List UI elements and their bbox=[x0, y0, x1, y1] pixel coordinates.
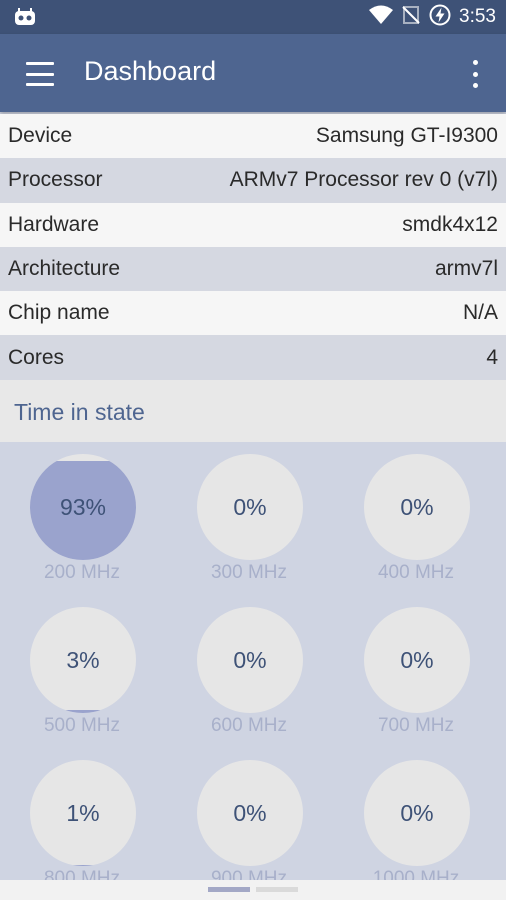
freq-cell: 0% 1000 MHz bbox=[346, 748, 486, 880]
status-clock: 3:53 bbox=[459, 6, 496, 27]
freq-cell: 93% 200 MHz bbox=[12, 442, 152, 592]
freq-percent: 0% bbox=[400, 646, 434, 673]
info-value: 4 bbox=[486, 345, 498, 369]
wifi-icon bbox=[369, 5, 394, 30]
freq-gauge: 1% bbox=[30, 760, 136, 866]
freq-cell: 0% 400 MHz bbox=[346, 442, 486, 592]
info-label: Device bbox=[8, 124, 73, 148]
freq-cell: 0% 700 MHz bbox=[346, 595, 486, 745]
info-label: Hardware bbox=[8, 212, 100, 236]
freq-label: 200 MHz bbox=[43, 562, 121, 583]
no-signal-icon bbox=[401, 5, 421, 30]
freq-gauge: 0% bbox=[197, 760, 303, 866]
freq-cell: 0% 300 MHz bbox=[179, 442, 319, 592]
info-row-processor: Processor ARMv7 Processor rev 0 (v7l) bbox=[0, 158, 506, 203]
freq-label: 500 MHz bbox=[43, 715, 121, 736]
info-value: ARMv7 Processor rev 0 (v7l) bbox=[229, 168, 498, 192]
status-bar: 3:53 bbox=[0, 0, 506, 34]
info-row-cores: Cores 4 bbox=[0, 335, 506, 380]
info-label: Architecture bbox=[8, 257, 121, 281]
info-label: Cores bbox=[8, 345, 65, 369]
freq-cell: 0% 600 MHz bbox=[179, 595, 319, 745]
info-row-chip-name: Chip name N/A bbox=[0, 291, 506, 336]
freq-label: 600 MHz bbox=[210, 715, 288, 736]
freq-percent: 3% bbox=[66, 646, 100, 673]
freq-gauge: 93% bbox=[30, 454, 136, 560]
freq-label: 700 MHz bbox=[377, 715, 455, 736]
info-row-architecture: Architecture armv7l bbox=[0, 246, 506, 292]
info-value: Samsung GT-I9300 bbox=[315, 124, 498, 148]
app-notification-icon bbox=[14, 8, 36, 31]
pager-indicator bbox=[0, 880, 506, 900]
freq-percent: 0% bbox=[233, 646, 267, 673]
battery-charging-icon bbox=[429, 4, 451, 31]
freq-label: 1000 MHz bbox=[372, 868, 460, 880]
freq-percent: 0% bbox=[233, 799, 267, 826]
time-in-state-header: Time in state bbox=[0, 380, 506, 442]
app-bar: Dashboard bbox=[0, 34, 506, 112]
info-value: N/A bbox=[462, 301, 498, 325]
freq-gauge: 3% bbox=[30, 607, 136, 713]
freq-percent: 0% bbox=[400, 799, 434, 826]
freq-cell: 3% 500 MHz bbox=[12, 595, 152, 745]
freq-percent: 93% bbox=[59, 493, 107, 520]
overflow-menu-icon[interactable] bbox=[466, 60, 484, 88]
freq-percent: 1% bbox=[66, 799, 100, 826]
hamburger-menu-icon[interactable] bbox=[20, 59, 60, 89]
freq-gauge: 0% bbox=[197, 607, 303, 713]
device-info-list: Device Samsung GT-I9300 Processor ARMv7 … bbox=[0, 114, 506, 380]
info-row-device: Device Samsung GT-I9300 bbox=[0, 114, 506, 159]
freq-label: 300 MHz bbox=[210, 562, 288, 583]
freq-label: 900 MHz bbox=[210, 868, 288, 880]
info-value: smdk4x12 bbox=[402, 212, 498, 236]
pager-dot[interactable] bbox=[256, 887, 298, 892]
section-title: Time in state bbox=[14, 399, 145, 425]
freq-label: 800 MHz bbox=[43, 868, 121, 880]
freq-percent: 0% bbox=[400, 493, 434, 520]
freq-gauge: 0% bbox=[364, 607, 470, 713]
info-label: Chip name bbox=[8, 301, 110, 325]
page-title: Dashboard bbox=[84, 56, 217, 86]
freq-gauge: 0% bbox=[364, 454, 470, 560]
info-label: Processor bbox=[8, 168, 103, 192]
info-row-hardware: Hardware smdk4x12 bbox=[0, 202, 506, 247]
freq-label: 400 MHz bbox=[377, 562, 455, 583]
freq-percent: 0% bbox=[233, 493, 267, 520]
freq-cell: 0% 900 MHz bbox=[179, 748, 319, 880]
freq-cell: 1% 800 MHz bbox=[12, 748, 152, 880]
freq-gauge: 0% bbox=[197, 454, 303, 560]
info-value: armv7l bbox=[434, 257, 498, 281]
time-in-state-grid[interactable]: 93% 200 MHz 0% 300 MHz 0% 400 MHz 3% 500… bbox=[0, 442, 506, 880]
pager-dot-active[interactable] bbox=[208, 887, 250, 892]
freq-gauge: 0% bbox=[364, 760, 470, 866]
